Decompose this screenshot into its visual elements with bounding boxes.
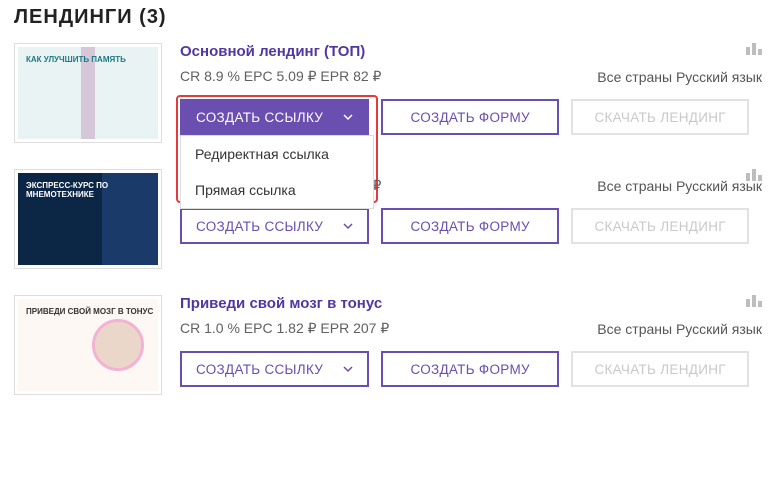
button-label: СОЗДАТЬ ССЫЛКУ bbox=[196, 362, 323, 377]
create-link-button[interactable]: СОЗДАТЬ ССЫЛКУ bbox=[180, 208, 369, 244]
chevron-down-icon bbox=[343, 219, 353, 234]
landing-thumbnail[interactable]: ПРИВЕДИ СВОЙ МОЗГ В ТОНУС bbox=[14, 295, 162, 395]
create-form-button[interactable]: СОЗДАТЬ ФОРМУ bbox=[381, 208, 559, 244]
landing-title[interactable]: Приведи свой мозг в тонус bbox=[180, 295, 382, 312]
button-label: СОЗДАТЬ ФОРМУ bbox=[410, 219, 529, 234]
button-label: СКАЧАТЬ ЛЕНДИНГ bbox=[594, 362, 725, 377]
landing-title[interactable]: Основной лендинг (ТОП) bbox=[180, 43, 365, 60]
landing-meta: Все страны Русский язык bbox=[597, 178, 762, 194]
landing-meta: Все страны Русский язык bbox=[597, 321, 762, 337]
button-label: СОЗДАТЬ ССЫЛКУ bbox=[196, 219, 323, 234]
landing-stats: CR 8.9 % EPC 5.09 ₽ EPR 82 ₽ bbox=[180, 68, 381, 85]
button-label: СОЗДАТЬ ФОРМУ bbox=[410, 110, 529, 125]
download-landing-button: СКАЧАТЬ ЛЕНДИНГ bbox=[571, 208, 749, 244]
landing-thumbnail[interactable]: КАК УЛУЧШИТЬ ПАМЯТЬ bbox=[14, 43, 162, 143]
create-link-button[interactable]: СОЗДАТЬ ССЫЛКУ bbox=[180, 351, 369, 387]
create-link-button[interactable]: СОЗДАТЬ ССЫЛКУ bbox=[180, 99, 369, 135]
download-landing-button: СКАЧАТЬ ЛЕНДИНГ bbox=[571, 99, 749, 135]
thumb-label: ЭКСПРЕСС-КУРС ПО МНЕМОТЕХНИКЕ bbox=[18, 173, 158, 199]
stats-chart-icon[interactable] bbox=[746, 295, 762, 307]
landing-item: КАК УЛУЧШИТЬ ПАМЯТЬ Основной лендинг (ТО… bbox=[14, 43, 762, 143]
landing-stats: CR 1.0 % EPC 1.82 ₽ EPR 207 ₽ bbox=[180, 320, 389, 337]
dropdown-option-direct[interactable]: Прямая ссылка bbox=[181, 172, 373, 208]
landing-item: ЭКСПРЕСС-КУРС ПО МНЕМОТЕХНИКЕ CR 7.1 % E… bbox=[14, 169, 762, 269]
chevron-down-icon bbox=[343, 110, 353, 125]
create-link-dropdown: Редиректная ссылка Прямая ссылка bbox=[180, 135, 374, 209]
download-landing-button: СКАЧАТЬ ЛЕНДИНГ bbox=[571, 351, 749, 387]
button-label: СКАЧАТЬ ЛЕНДИНГ bbox=[594, 110, 725, 125]
landing-meta: Все страны Русский язык bbox=[597, 69, 762, 85]
button-label: СОЗДАТЬ ФОРМУ bbox=[410, 362, 529, 377]
thumb-label: КАК УЛУЧШИТЬ ПАМЯТЬ bbox=[18, 47, 158, 64]
thumb-label: ПРИВЕДИ СВОЙ МОЗГ В ТОНУС bbox=[18, 299, 158, 316]
create-form-button[interactable]: СОЗДАТЬ ФОРМУ bbox=[381, 99, 559, 135]
button-label: СКАЧАТЬ ЛЕНДИНГ bbox=[594, 219, 725, 234]
create-form-button[interactable]: СОЗДАТЬ ФОРМУ bbox=[381, 351, 559, 387]
button-label: СОЗДАТЬ ССЫЛКУ bbox=[196, 110, 323, 125]
page-heading: ЛЕНДИНГИ (3) bbox=[14, 6, 762, 29]
stats-chart-icon[interactable] bbox=[746, 169, 762, 181]
stats-chart-icon[interactable] bbox=[746, 43, 762, 55]
landing-thumbnail[interactable]: ЭКСПРЕСС-КУРС ПО МНЕМОТЕХНИКЕ bbox=[14, 169, 162, 269]
landing-item: ПРИВЕДИ СВОЙ МОЗГ В ТОНУС Приведи свой м… bbox=[14, 295, 762, 395]
dropdown-option-redirect[interactable]: Редиректная ссылка bbox=[181, 136, 373, 172]
chevron-down-icon bbox=[343, 362, 353, 377]
